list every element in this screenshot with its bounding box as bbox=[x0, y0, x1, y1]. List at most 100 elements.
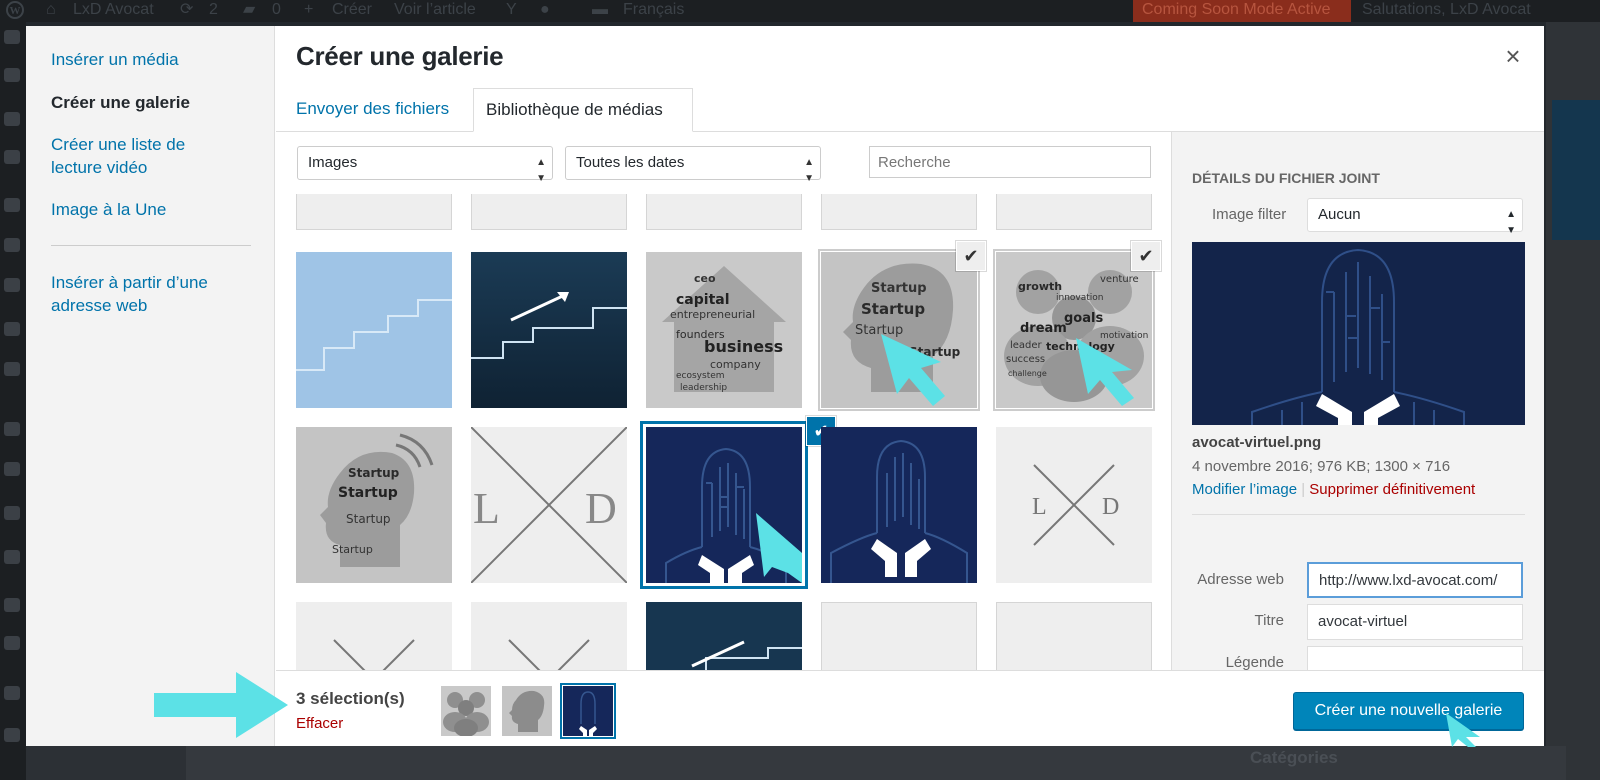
edit-image-link[interactable]: Modifier l’image bbox=[1192, 481, 1297, 498]
url-field[interactable]: http://www.lxd-avocat.com/ bbox=[1307, 562, 1523, 598]
tools-icon[interactable] bbox=[4, 550, 20, 564]
attachment-tile[interactable] bbox=[471, 194, 627, 230]
image-filter-value: Aucun bbox=[1318, 206, 1361, 223]
new-content-link[interactable]: Créer bbox=[332, 0, 372, 22]
comments-count[interactable]: 0 bbox=[272, 0, 281, 22]
checkmark-icon[interactable]: ✔ bbox=[957, 242, 985, 270]
selection-thumbnail[interactable] bbox=[502, 686, 552, 736]
pages-icon[interactable] bbox=[4, 238, 20, 252]
user-icon[interactable] bbox=[4, 506, 20, 520]
attachment-tile[interactable] bbox=[296, 194, 452, 230]
delete-permanently-link[interactable]: Supprimer définitivement bbox=[1309, 481, 1475, 498]
tab-media-library[interactable]: Bibliothèque de médias bbox=[473, 88, 693, 132]
annotation-cursor-icon bbox=[1076, 338, 1134, 406]
avocat-virtuel-preview-image bbox=[1192, 242, 1525, 425]
selection-thumbnail[interactable] bbox=[441, 686, 491, 736]
yoast-icon[interactable]: Y bbox=[506, 0, 517, 22]
media-toolbar: 3 sélection(s) Effacer Créer une nouvell… bbox=[276, 670, 1544, 747]
grid-icon[interactable] bbox=[4, 636, 20, 650]
attachment-head-startup[interactable]: Startup Startup Startup Startup bbox=[821, 252, 977, 408]
logo-letter: D bbox=[585, 484, 617, 533]
word-cloud-text: Startup bbox=[348, 466, 400, 480]
coming-soon-badge[interactable]: Coming Soon Mode Active bbox=[1133, 0, 1351, 22]
site-name[interactable]: LxD Avocat bbox=[73, 0, 154, 22]
media-frame-menu: Insérer un média Créer une galerie Créer… bbox=[26, 26, 275, 746]
attachment-stairs-light[interactable] bbox=[296, 252, 452, 408]
attachment-details-heading: Détails du fichier joint bbox=[1192, 170, 1380, 186]
admin-sidebar-menu bbox=[0, 22, 26, 780]
select-arrows-icon: ▲ ▼ bbox=[804, 157, 814, 184]
title-label: Titre bbox=[1254, 612, 1284, 629]
refresh-icon[interactable]: ⟳ bbox=[180, 0, 193, 22]
word-cloud-text: Startup bbox=[346, 512, 391, 526]
attachment-tile[interactable] bbox=[996, 194, 1152, 230]
view-post-link[interactable]: Voir l’article bbox=[394, 0, 476, 22]
attachment-people-word-cloud[interactable]: growth innovation venture dream goals le… bbox=[996, 252, 1152, 408]
updates-count[interactable]: 2 bbox=[209, 0, 218, 22]
title-field[interactable]: avocat-virtuel bbox=[1307, 604, 1523, 640]
caption-label: Légende bbox=[1225, 654, 1284, 670]
attachment-tile[interactable] bbox=[646, 602, 802, 670]
comments-icon[interactable] bbox=[4, 278, 20, 292]
attachment-tile[interactable] bbox=[646, 194, 802, 230]
attachment-house-word-cloud[interactable]: ceo capital entrepreneurial founders bus… bbox=[646, 252, 802, 408]
background-panel bbox=[1552, 100, 1600, 240]
account-greeting[interactable]: Salutations, LxD Avocat bbox=[1362, 0, 1531, 22]
home-icon[interactable]: ⌂ bbox=[46, 0, 56, 22]
attachment-preview bbox=[1192, 242, 1525, 425]
settings-icon[interactable] bbox=[4, 598, 20, 612]
attachment-tile[interactable] bbox=[821, 602, 977, 670]
users-icon[interactable] bbox=[4, 462, 20, 476]
clear-selection-link[interactable]: Effacer bbox=[296, 715, 343, 732]
flag-icon: ▬ bbox=[592, 1, 608, 18]
dashboard-icon[interactable] bbox=[4, 68, 20, 82]
puzzle-icon[interactable] bbox=[4, 150, 20, 164]
attachment-tile[interactable] bbox=[996, 602, 1152, 670]
search-input[interactable] bbox=[869, 146, 1151, 178]
posts-icon[interactable] bbox=[4, 198, 20, 212]
attachment-lxd-logo-large[interactable]: L D bbox=[471, 427, 627, 583]
attachment-head-wifi-startup[interactable]: Startup Startup Startup Startup bbox=[296, 427, 452, 583]
menu-create-video-playlist[interactable]: Créer une liste de lecture vidéo bbox=[51, 133, 221, 179]
comment-icon[interactable]: ▰ bbox=[243, 0, 255, 22]
attachment-stairs-dark[interactable] bbox=[471, 252, 627, 408]
attachment-tile[interactable] bbox=[471, 602, 627, 670]
collapse-icon[interactable] bbox=[4, 728, 20, 742]
stairs-arrow-thumbnail bbox=[646, 602, 802, 670]
wordpress-logo-icon[interactable]: W bbox=[6, 0, 24, 22]
attachment-tile[interactable] bbox=[821, 194, 977, 230]
attachment-avocat-virtuel[interactable] bbox=[646, 427, 802, 583]
background-box bbox=[186, 746, 1566, 780]
mail-icon[interactable] bbox=[4, 322, 20, 336]
language-switcher[interactable]: Français bbox=[623, 0, 684, 22]
checkmark-icon[interactable]: ✔ bbox=[1132, 242, 1160, 270]
attachment-details-sidebar: Détails du fichier joint Image filter Au… bbox=[1171, 132, 1544, 670]
menu-featured-image[interactable]: Image à la Une bbox=[51, 198, 251, 221]
word-cloud-text: ecosystem bbox=[676, 371, 725, 381]
menu-insert-media[interactable]: Insérer un média bbox=[51, 48, 251, 71]
plus-icon[interactable]: + bbox=[304, 0, 313, 22]
attachment-avocat-virtuel-variant[interactable] bbox=[821, 427, 977, 583]
lxd-logo-thumbnail bbox=[471, 602, 627, 670]
attachment-tile[interactable] bbox=[296, 602, 452, 670]
people-cloud-mini-thumbnail bbox=[441, 686, 491, 736]
caption-field[interactable] bbox=[1307, 646, 1523, 670]
attachment-lxd-logo-small[interactable]: L D bbox=[996, 427, 1152, 583]
circle-icon[interactable]: ● bbox=[540, 0, 550, 22]
close-icon[interactable]: × bbox=[1500, 43, 1526, 70]
selection-thumbnail[interactable] bbox=[563, 686, 613, 736]
media-type-filter[interactable]: Images ▲ ▼ bbox=[297, 146, 553, 184]
attachment-meta: 4 novembre 2016; 976 KB; 1300 × 716 bbox=[1192, 458, 1451, 475]
media-icon[interactable] bbox=[4, 112, 20, 126]
date-filter[interactable]: Toutes les dates ▲ ▼ bbox=[565, 146, 821, 184]
appearance-icon[interactable] bbox=[4, 362, 20, 376]
pin-icon[interactable] bbox=[4, 30, 20, 44]
tab-upload-files[interactable]: Envoyer des fichiers bbox=[284, 88, 461, 132]
attachment-filename: avocat-virtuel.png bbox=[1192, 434, 1322, 451]
yoast-menu-icon[interactable] bbox=[4, 686, 20, 700]
lxd-logo-small-thumbnail: L D bbox=[996, 427, 1152, 583]
menu-create-gallery[interactable]: Créer une galerie bbox=[51, 91, 251, 114]
image-filter-select[interactable]: Aucun ▲ ▼ bbox=[1307, 198, 1523, 236]
menu-insert-from-url[interactable]: Insérer à partir d’une adresse web bbox=[51, 271, 241, 317]
plugins-icon[interactable] bbox=[4, 422, 20, 436]
